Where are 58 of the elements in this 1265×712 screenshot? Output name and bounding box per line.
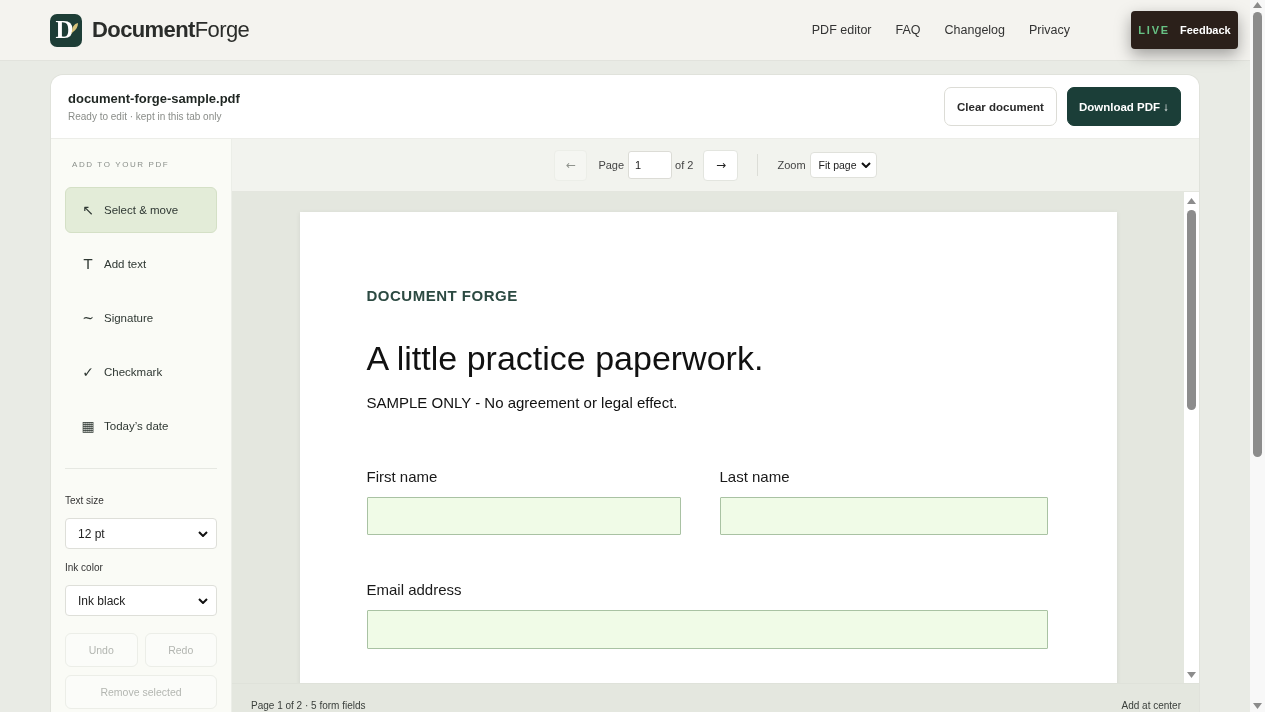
setting-label: Text size [65,494,105,508]
scroll-down-icon[interactable] [1187,672,1196,678]
tool-item[interactable]: ✓ Checkmark [65,349,217,395]
zoom-select[interactable]: Fit page [809,152,877,178]
status-summary: Page 1 of 2 · 5 form fields [251,700,366,712]
document-notice: SAMPLE ONLY - No agreement or legal effect. [366,393,679,413]
form-input-field[interactable] [366,497,681,535]
status-hint: Add at center [1121,700,1181,712]
select-value: Ink black [78,593,126,608]
file-name: document-forge-sample.pdf [68,91,240,106]
chevron-icon [198,597,208,604]
nav-link[interactable]: Privacy [1029,23,1070,37]
file-status: Ready to edit · kept in this tab only [68,111,223,122]
scrollbar[interactable] [1184,192,1199,683]
tool-icon: ✓ [78,364,98,380]
chevron-icon [198,530,208,537]
select-value: 12 pt [78,526,105,541]
chevron-icon [860,162,871,168]
tool-icon: ▦ [78,418,98,434]
nav-link[interactable]: PDF editor [811,23,872,37]
brand-name: DocumentForge [92,17,250,43]
next-page-button[interactable]: → [703,149,739,181]
zoom-label: Zoom [777,159,806,171]
nav-link[interactable]: Changelog [944,23,1005,37]
scrollbar[interactable] [1250,0,1265,712]
scroll-up-icon[interactable] [1187,198,1196,204]
form-input-field[interactable] [719,497,1048,535]
setting-select[interactable]: Ink black [65,585,217,616]
field-label: First name [366,467,439,487]
logo-icon: D [50,13,82,47]
tool-item[interactable]: ~ Signature [65,295,217,341]
tool-icon: ~ [78,310,98,326]
page-label: Page [598,159,625,171]
document-title: A little practice paperwork. [366,338,765,378]
document-brand: DOCUMENT FORGE [366,286,519,306]
select-value: Fit page [818,159,857,171]
tool-icon: T [78,256,98,272]
scroll-up-icon[interactable] [1253,2,1262,8]
tool-icon: ↖ [78,202,98,218]
sidebar-heading: ADD TO YOUR PDF [71,160,171,170]
tool-item[interactable]: ↖ Select & move [65,187,217,233]
tool-item[interactable]: T Add text [65,241,217,287]
scroll-down-icon[interactable] [1253,703,1262,709]
page-total: of 2 [675,159,694,171]
field-label: Last name [719,467,791,487]
nav-link[interactable]: FAQ [895,23,921,37]
page-number-field[interactable]: 1 [628,151,673,179]
scrollbar-thumb[interactable] [1187,210,1196,410]
download-button[interactable]: Download PDF ↓ [1067,87,1181,126]
setting-label: Ink color [65,561,104,575]
scrollbar-thumb[interactable] [1253,12,1262,457]
live-label: LIVE [1138,24,1170,36]
tool-item[interactable]: ▦ Today’s date [65,403,217,449]
feedback-button[interactable]: LIVE Feedback [1131,11,1238,49]
field-label: Email address [366,580,463,600]
setting-select[interactable]: 12 pt [65,518,217,549]
form-input-field[interactable] [366,610,1048,649]
clear-button[interactable]: Clear document [944,87,1057,126]
